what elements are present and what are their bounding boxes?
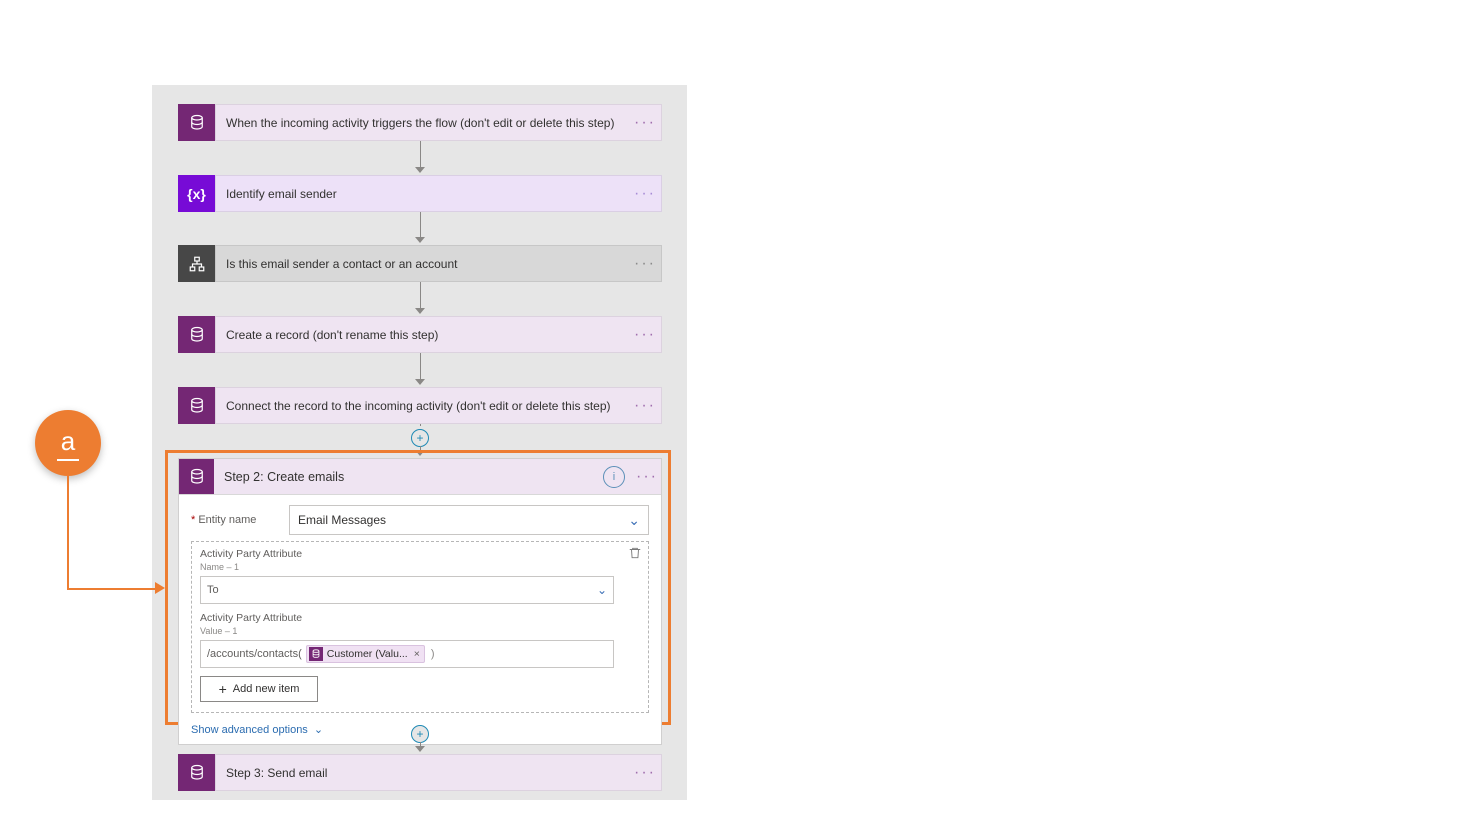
flow-connector	[410, 353, 430, 385]
ap-name-value: To	[207, 584, 219, 596]
database-icon	[178, 104, 215, 141]
card-title: Step 2: Create emails	[214, 470, 603, 484]
chevron-down-icon: ⌄	[597, 583, 607, 597]
plus-icon: +	[219, 682, 227, 696]
step-label: Step 3: Send email	[226, 766, 629, 780]
ap-value-sublabel: Value – 1	[200, 626, 640, 636]
step-label: Connect the record to the incoming activ…	[226, 399, 629, 413]
step-label: Create a record (don't rename this step)	[226, 328, 629, 342]
flow-step-trigger[interactable]: When the incoming activity triggers the …	[178, 104, 662, 141]
callout-underline	[57, 459, 79, 461]
database-icon	[178, 316, 215, 353]
callout-connector-v	[67, 476, 69, 589]
entity-name-value: Email Messages	[298, 513, 386, 527]
token-remove-button[interactable]: ×	[414, 648, 420, 660]
callout-letter: a	[61, 426, 75, 457]
step-menu-button[interactable]: ···	[629, 326, 661, 344]
step-label: When the incoming activity triggers the …	[226, 116, 629, 130]
delete-group-button[interactable]	[628, 546, 642, 563]
flow-step-switch[interactable]: Is this email sender a contact or an acc…	[178, 245, 662, 282]
chevron-down-icon: ⌄	[628, 512, 640, 529]
entity-name-label: Entity name	[191, 514, 289, 526]
chevron-down-icon: ⌄	[314, 723, 323, 736]
show-advanced-label: Show advanced options	[191, 724, 308, 736]
step-menu-button[interactable]: ···	[629, 397, 661, 415]
flow-connector	[410, 141, 430, 173]
dynamic-token[interactable]: Customer (Valu... ×	[306, 645, 425, 663]
ap-value-input[interactable]: /accounts/contacts( Customer (Valu... × …	[200, 640, 614, 668]
flow-step-create-emails[interactable]: Step 2: Create emails i ··· Entity name …	[178, 458, 662, 745]
switch-icon	[178, 245, 215, 282]
add-step-button[interactable]: +	[411, 429, 429, 447]
ap-value-prefix: /accounts/contacts(	[207, 648, 302, 660]
callout-connector-h	[67, 588, 155, 590]
info-icon[interactable]: i	[603, 466, 625, 488]
flow-connector	[410, 212, 430, 243]
ap-value-suffix: )	[431, 648, 435, 660]
ap-name-sublabel: Name – 1	[200, 562, 640, 572]
entity-name-select[interactable]: Email Messages ⌄	[289, 505, 649, 535]
add-step-button[interactable]: +	[411, 725, 429, 743]
step-label: Is this email sender a contact or an acc…	[226, 257, 629, 271]
flow-step-connect-record[interactable]: Connect the record to the incoming activ…	[178, 387, 662, 424]
flow-step-create-record[interactable]: Create a record (don't rename this step)…	[178, 316, 662, 353]
flow-connector	[410, 742, 430, 752]
add-new-item-label: Add new item	[233, 683, 300, 695]
database-icon	[178, 754, 215, 791]
callout-arrowhead-icon	[155, 582, 165, 594]
ap-name-label: Activity Party Attribute	[200, 548, 640, 560]
step-label: Identify email sender	[226, 187, 629, 201]
activity-party-group: Activity Party Attribute Name – 1 To ⌄ A…	[191, 541, 649, 713]
flow-connector	[410, 424, 430, 426]
variable-icon: {x}	[178, 175, 215, 212]
step-menu-button[interactable]: ···	[629, 764, 661, 782]
show-advanced-options-link[interactable]: Show advanced options ⌄	[191, 723, 323, 736]
add-new-item-button[interactable]: + Add new item	[200, 676, 318, 702]
ap-value-label: Activity Party Attribute	[200, 612, 640, 624]
step-menu-button[interactable]: ···	[629, 185, 661, 203]
database-icon	[179, 459, 214, 494]
flow-connector	[410, 282, 430, 314]
callout-bubble-a: a	[35, 410, 101, 476]
database-icon	[309, 647, 323, 661]
step-menu-button[interactable]: ···	[629, 255, 661, 273]
ap-name-select[interactable]: To ⌄	[200, 576, 614, 604]
token-label: Customer (Valu...	[327, 648, 408, 660]
database-icon	[178, 387, 215, 424]
flow-step-send-email[interactable]: Step 3: Send email ···	[178, 754, 662, 791]
flow-step-identify-sender[interactable]: {x} Identify email sender ···	[178, 175, 662, 212]
step-menu-button[interactable]: ···	[633, 468, 661, 486]
step-menu-button[interactable]: ···	[629, 114, 661, 132]
